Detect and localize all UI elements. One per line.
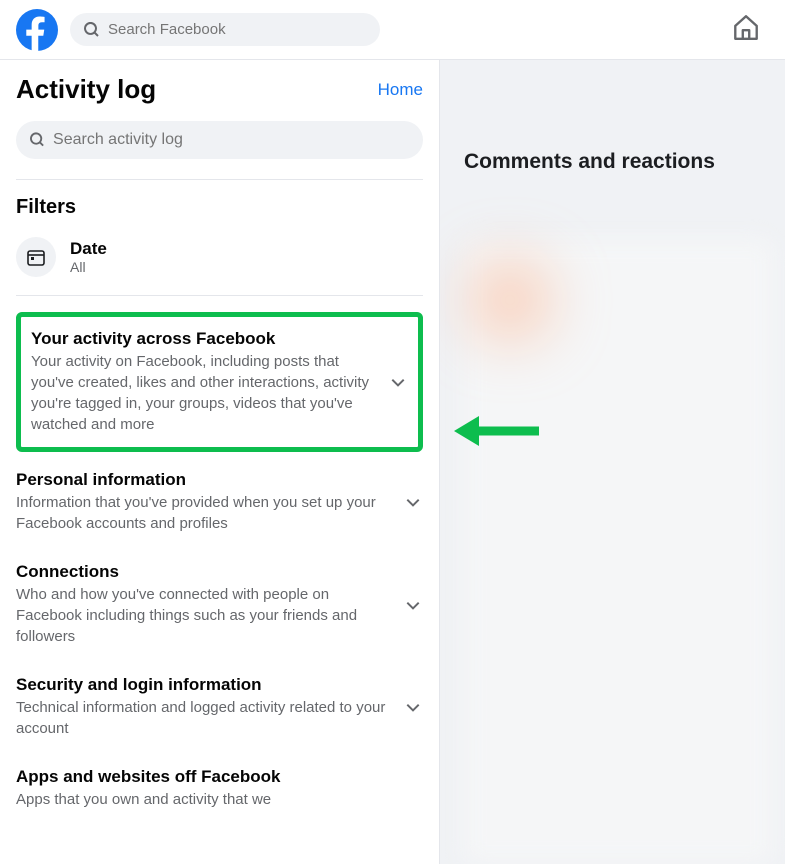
chevron-down-icon bbox=[403, 492, 423, 512]
sidebar: Activity log Home Filters Date All Your … bbox=[0, 60, 440, 864]
global-search[interactable] bbox=[70, 13, 380, 46]
section-apps-websites[interactable]: Apps and websites off Facebook Apps that… bbox=[16, 753, 423, 824]
global-search-input[interactable] bbox=[108, 21, 366, 38]
calendar-icon bbox=[26, 247, 46, 267]
search-icon bbox=[84, 22, 100, 38]
section-security-login[interactable]: Security and login information Technical… bbox=[16, 661, 423, 753]
section-desc: Technical information and logged activit… bbox=[16, 697, 393, 739]
topbar bbox=[0, 0, 785, 60]
home-icon bbox=[731, 12, 761, 42]
date-filter-value: All bbox=[70, 259, 107, 275]
blurred-content bbox=[470, 260, 550, 340]
page-title: Activity log bbox=[16, 74, 156, 105]
chevron-down-icon bbox=[403, 697, 423, 717]
divider bbox=[16, 179, 423, 180]
date-filter[interactable]: Date All bbox=[16, 237, 423, 277]
section-desc: Who and how you've connected with people… bbox=[16, 584, 393, 647]
search-icon bbox=[30, 132, 45, 148]
home-nav-button[interactable] bbox=[723, 4, 769, 55]
main-heading: Comments and reactions bbox=[464, 150, 761, 174]
section-desc: Information that you've provided when yo… bbox=[16, 492, 393, 534]
facebook-logo[interactable] bbox=[16, 9, 58, 51]
divider bbox=[16, 295, 423, 296]
section-personal-info[interactable]: Personal information Information that yo… bbox=[16, 456, 423, 548]
chevron-down-icon bbox=[388, 372, 408, 392]
home-link[interactable]: Home bbox=[378, 80, 423, 100]
section-connections[interactable]: Connections Who and how you've connected… bbox=[16, 548, 423, 661]
section-title: Your activity across Facebook bbox=[31, 329, 378, 349]
section-title: Security and login information bbox=[16, 675, 393, 695]
section-desc: Apps that you own and activity that we bbox=[16, 789, 413, 810]
section-title: Connections bbox=[16, 562, 393, 582]
calendar-icon-wrap bbox=[16, 237, 56, 277]
chevron-down-icon bbox=[403, 595, 423, 615]
section-your-activity[interactable]: Your activity across Facebook Your activ… bbox=[31, 329, 408, 435]
highlighted-section: Your activity across Facebook Your activ… bbox=[16, 312, 423, 452]
main-panel: Comments and reactions bbox=[440, 60, 785, 864]
activity-search[interactable] bbox=[16, 121, 423, 159]
section-desc: Your activity on Facebook, including pos… bbox=[31, 351, 378, 435]
date-filter-label: Date bbox=[70, 239, 107, 259]
section-title: Apps and websites off Facebook bbox=[16, 767, 413, 787]
annotation-arrow-icon bbox=[454, 406, 544, 456]
filters-heading: Filters bbox=[16, 196, 423, 219]
section-title: Personal information bbox=[16, 470, 393, 490]
activity-search-input[interactable] bbox=[53, 131, 409, 149]
